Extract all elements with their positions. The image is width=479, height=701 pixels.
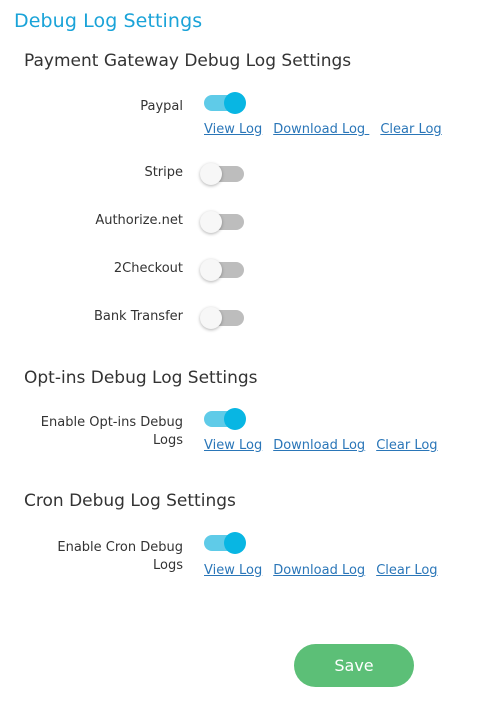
gateway-label-bank-transfer: Bank Transfer	[93, 309, 183, 324]
payment-gateway-heading: Payment Gateway Debug Log Settings	[24, 51, 352, 71]
optins-download-log-link[interactable]: Download Log	[273, 438, 365, 453]
optins-label-line2: Logs	[153, 433, 183, 448]
toggle-knob	[200, 163, 222, 185]
cron-download-log-link[interactable]: Download Log	[273, 563, 365, 578]
optins-label-line1: Enable Opt-ins Debug	[40, 415, 183, 430]
gateway-label-authorize-net: Authorize.net	[95, 213, 183, 228]
cron-toggle[interactable]	[204, 532, 246, 554]
stripe-toggle[interactable]	[200, 163, 244, 185]
bank-transfer-toggle[interactable]	[200, 307, 244, 329]
toggle-knob	[200, 307, 222, 329]
save-button[interactable]: Save	[294, 644, 414, 687]
optins-log-links: View Log Download Log Clear Log	[204, 438, 449, 453]
toggle-knob	[200, 259, 222, 281]
cron-label-line2: Logs	[153, 558, 183, 573]
optins-view-log-link[interactable]: View Log	[204, 438, 262, 453]
paypal-view-log-link[interactable]: View Log	[204, 122, 262, 137]
optins-clear-log-link[interactable]: Clear Log	[376, 438, 437, 453]
paypal-log-links: View Log Download Log Clear Log	[204, 122, 453, 137]
optins-enable-label: Enable Opt-ins Debug Logs	[13, 414, 183, 450]
paypal-clear-log-link[interactable]: Clear Log	[380, 122, 441, 137]
gateway-label-2checkout: 2Checkout	[113, 261, 183, 276]
toggle-knob	[224, 92, 246, 114]
toggle-knob	[224, 408, 246, 430]
page-title: Debug Log Settings	[14, 10, 203, 32]
paypal-toggle[interactable]	[204, 92, 246, 114]
cron-label-line1: Enable Cron Debug	[57, 540, 183, 555]
toggle-knob	[200, 211, 222, 233]
gateway-label-paypal: Paypal	[140, 99, 183, 114]
cron-heading: Cron Debug Log Settings	[24, 491, 236, 511]
cron-enable-label: Enable Cron Debug Logs	[13, 539, 183, 575]
2checkout-toggle[interactable]	[200, 259, 244, 281]
optins-heading: Opt-ins Debug Log Settings	[24, 368, 258, 388]
paypal-download-log-link[interactable]: Download Log	[273, 122, 369, 137]
gateway-label-stripe: Stripe	[144, 165, 183, 180]
authorize-net-toggle[interactable]	[200, 211, 244, 233]
cron-view-log-link[interactable]: View Log	[204, 563, 262, 578]
toggle-knob	[224, 532, 246, 554]
optins-toggle[interactable]	[204, 408, 246, 430]
cron-clear-log-link[interactable]: Clear Log	[376, 563, 437, 578]
cron-log-links: View Log Download Log Clear Log	[204, 563, 449, 578]
